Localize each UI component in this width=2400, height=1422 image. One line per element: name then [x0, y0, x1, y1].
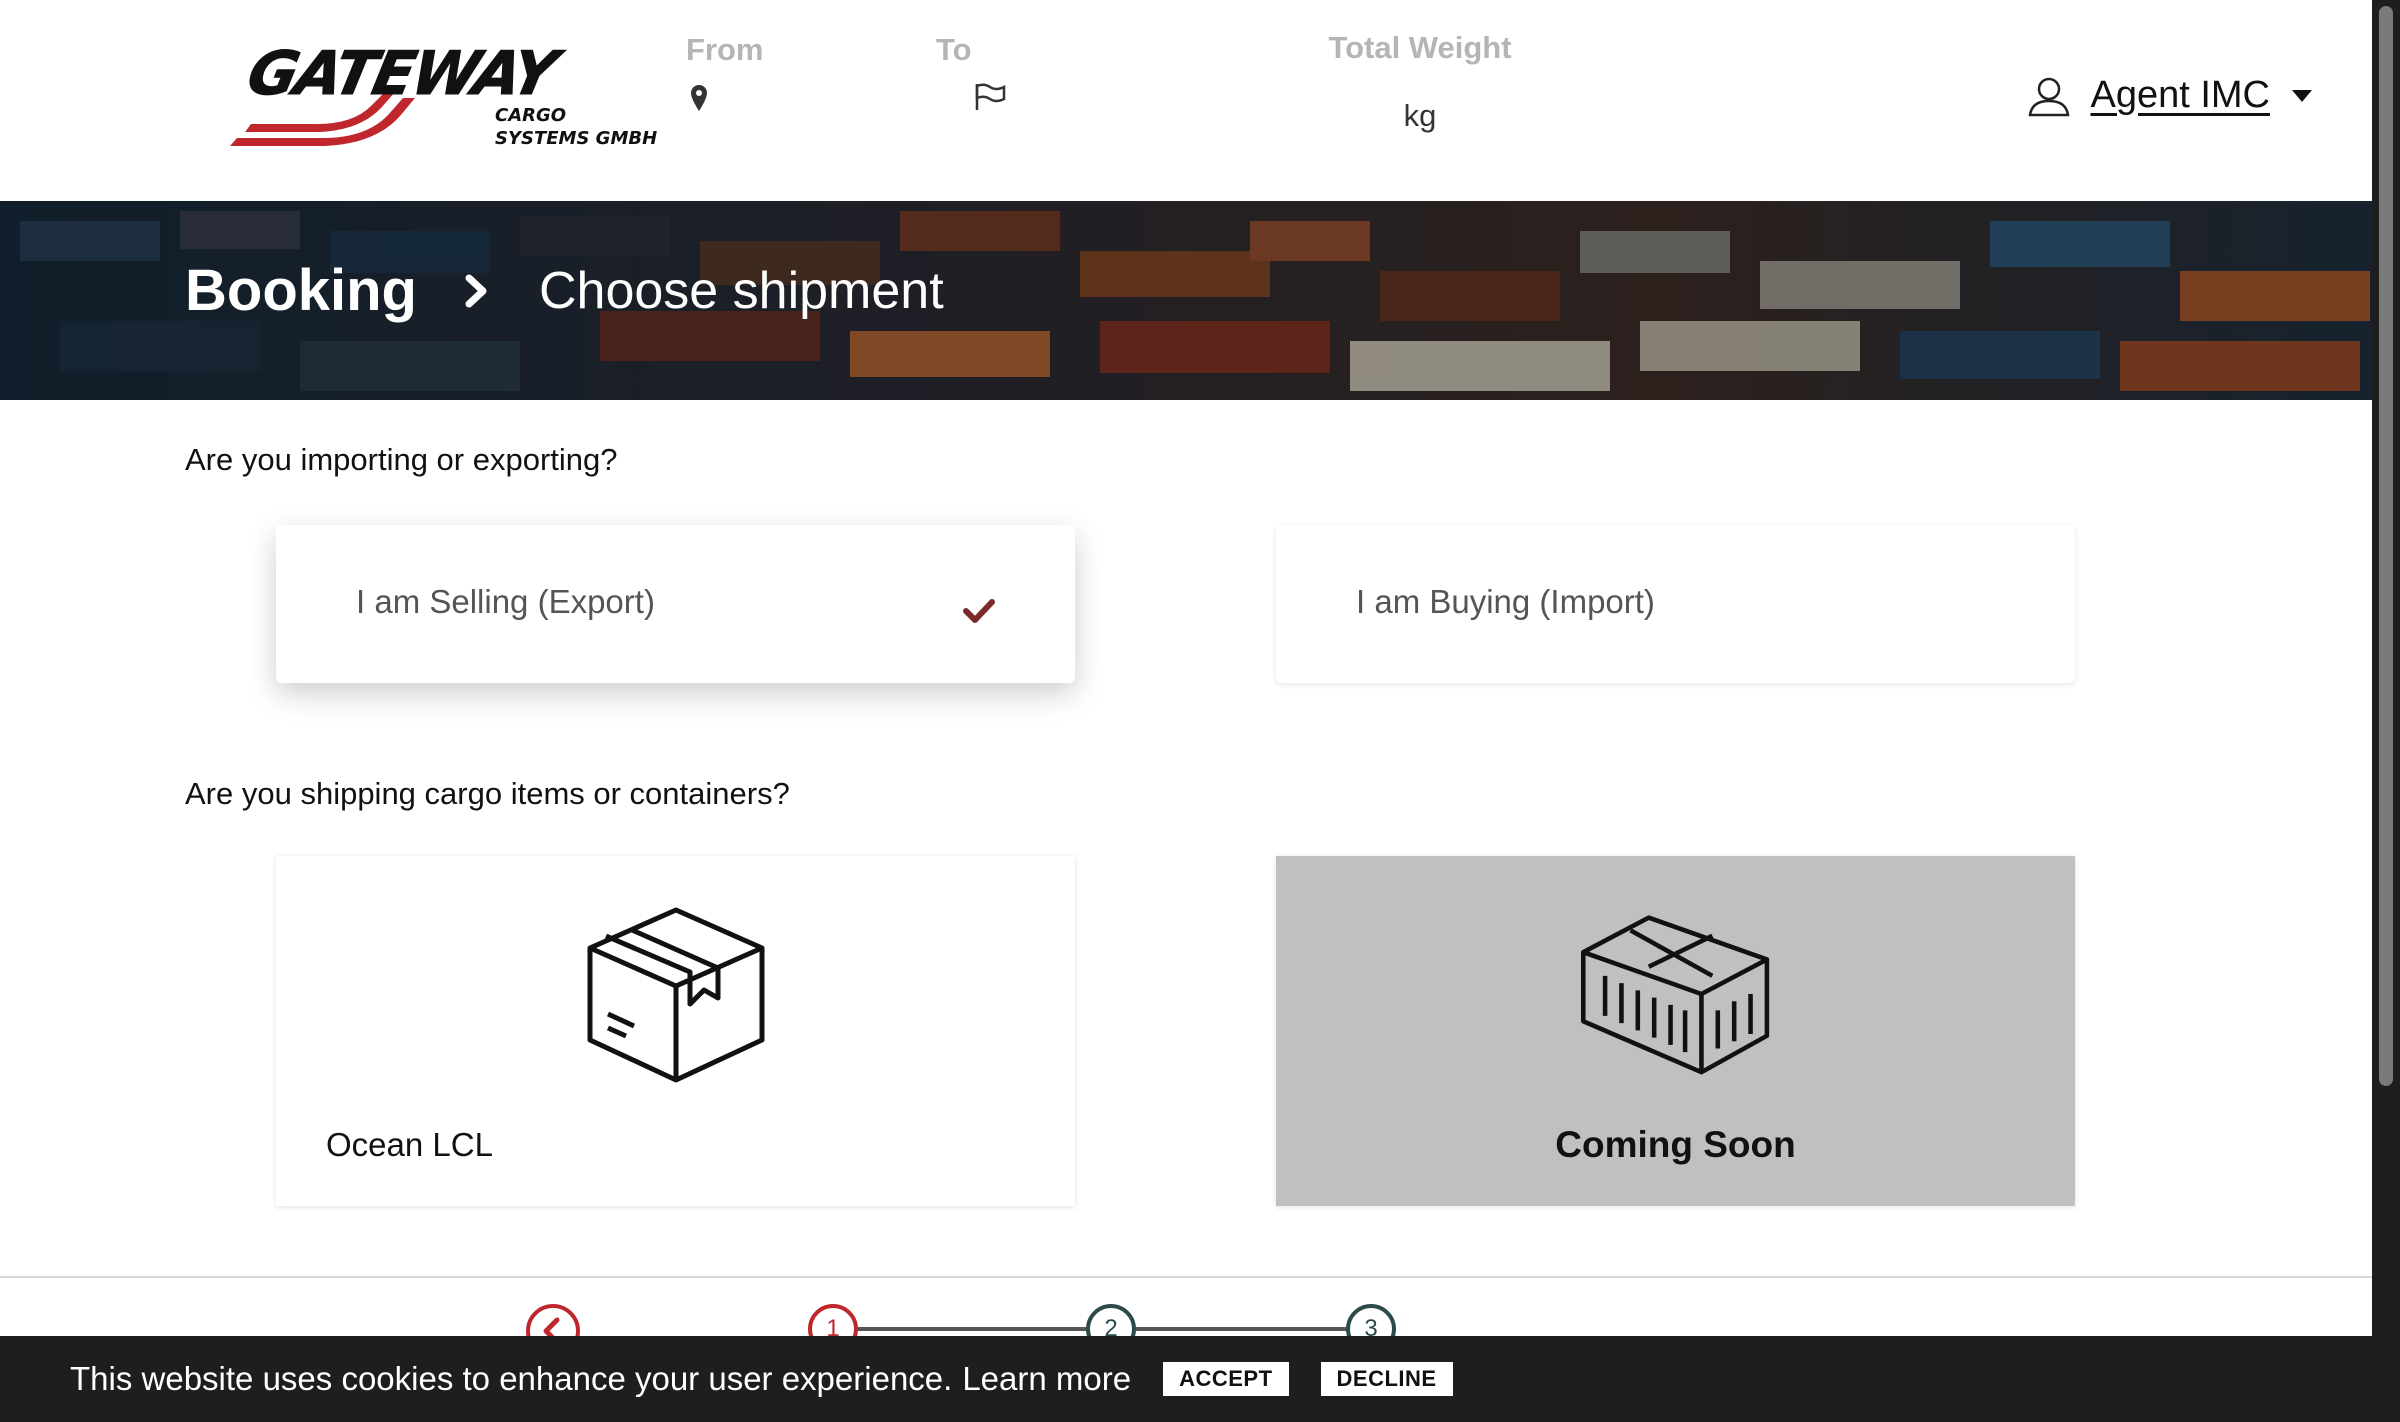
chevron-down-icon[interactable] — [2292, 89, 2312, 102]
container-icon — [1581, 915, 1770, 1075]
user-name[interactable]: Agent IMC — [2090, 74, 2270, 117]
export-option-label: I am Selling (Export) — [356, 583, 655, 620]
user-icon — [2029, 77, 2070, 116]
trade-question: Are you importing or exporting? — [185, 442, 618, 477]
route-summary[interactable]: From To — [680, 30, 1020, 130]
user-menu[interactable]: Agent IMC — [2028, 74, 2312, 117]
from-label: From — [686, 32, 764, 67]
cookie-banner: This website uses cookies to enhance you… — [0, 1336, 2372, 1422]
page-title: Choose shipment — [538, 261, 944, 320]
import-option-card[interactable]: I am Buying (Import) — [1276, 525, 2075, 683]
ocean-lcl-card[interactable]: Ocean LCL — [276, 856, 1075, 1206]
svg-text:GATEWAY: GATEWAY — [242, 46, 570, 109]
shipping-question: Are you shipping cargo items or containe… — [185, 776, 790, 811]
learn-more-link[interactable]: Learn more — [962, 1360, 1131, 1398]
total-weight: Total Weight kg — [1300, 30, 1540, 134]
export-option-card[interactable]: I am Selling (Export) — [276, 525, 1075, 683]
location-pin-icon — [691, 85, 707, 111]
scrollbar-thumb[interactable] — [2379, 6, 2393, 1086]
route-dashes — [726, 98, 946, 102]
breadcrumb: Booking Choose shipment — [185, 257, 944, 324]
top-header: GATEWAY CARGO SYSTEMS GMBH From To Total… — [0, 0, 2372, 201]
total-weight-label: Total Weight — [1328, 30, 1512, 65]
gateway-logo[interactable]: GATEWAY CARGO SYSTEMS GMBH — [225, 39, 665, 154]
flag-icon — [975, 83, 1006, 110]
ocean-lcl-label: Ocean LCL — [326, 1126, 493, 1163]
breadcrumb-booking[interactable]: Booking — [185, 257, 417, 324]
weight-unit: kg — [1403, 98, 1437, 133]
accept-cookies-button[interactable]: ACCEPT — [1163, 1362, 1289, 1396]
page-scrollbar[interactable] — [2372, 0, 2400, 1422]
container-card: Coming Soon — [1276, 856, 2075, 1206]
chevron-right-icon — [465, 274, 487, 307]
to-label: To — [936, 32, 972, 67]
coming-soon-label: Coming Soon — [1555, 1124, 1796, 1165]
checkmark-icon — [963, 599, 995, 623]
box-icon — [587, 907, 765, 1083]
booking-page: GATEWAY CARGO SYSTEMS GMBH From To Total… — [0, 0, 2400, 1422]
cookie-message: This website uses cookies to enhance you… — [70, 1360, 953, 1397]
import-option-label: I am Buying (Import) — [1356, 583, 1655, 620]
page-banner: Booking Choose shipment — [0, 201, 2372, 400]
step-connector — [1136, 1327, 1348, 1331]
gateway-logo-graphic: GATEWAY CARGO SYSTEMS GMBH — [230, 39, 657, 149]
decline-cookies-button[interactable]: DECLINE — [1320, 1362, 1453, 1396]
svg-text:CARGO: CARGO — [495, 105, 566, 126]
step-connector — [858, 1327, 1088, 1331]
svg-text:SYSTEMS GMBH: SYSTEMS GMBH — [495, 128, 657, 149]
